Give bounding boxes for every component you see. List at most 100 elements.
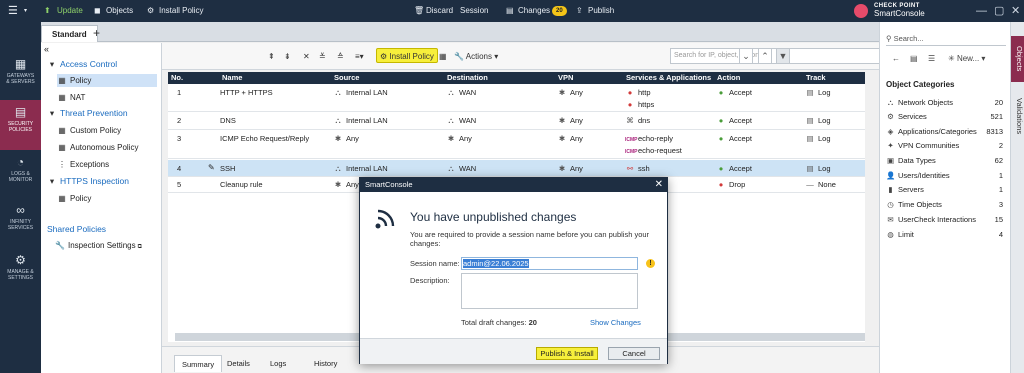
list-view-icon[interactable]: ☰	[928, 53, 935, 65]
tree-item-policy[interactable]: ▦ Policy	[57, 74, 157, 87]
service-item[interactable]: ICMPecho-request	[625, 146, 682, 155]
nav-manage-settings[interactable]: ⚙ MANAGE & SETTINGS	[0, 248, 41, 296]
table-row-selected[interactable]: 4 ✎ SSH ⛬ Internal LAN ⛬ WAN ✱ Any ⚯ ssh ● Ac…	[168, 160, 865, 177]
rule-vpn[interactable]: ✱ Any	[557, 134, 583, 143]
rule-action[interactable]: ● Drop	[716, 180, 746, 189]
cancel-button[interactable]: Cancel	[608, 347, 660, 360]
install-policy-toolbar-button[interactable]: ⚙ Install Policy	[376, 48, 438, 63]
tree-item-https-policy[interactable]: ▦ Policy	[57, 192, 91, 205]
app-menu-icon[interactable]: ☰	[8, 0, 18, 22]
service-item[interactable]: ⌘ dns	[625, 116, 650, 125]
install-policy-button[interactable]: Install Policy	[159, 0, 203, 22]
tab-summary[interactable]: Summary	[174, 355, 223, 372]
collapse-icon[interactable]: ▾	[47, 58, 57, 71]
close-window-icon[interactable]: ✕	[1011, 0, 1020, 22]
col-header-services[interactable]: Services & Applications	[623, 72, 714, 84]
rule-destination[interactable]: ⛬ WAN	[446, 164, 476, 174]
side-tab-objects[interactable]: Objects	[1011, 36, 1024, 82]
rule-destination[interactable]: ⛬ WAN	[446, 116, 476, 126]
nav-infinity-services[interactable]: ∞ INFINITY SERVICES	[0, 198, 41, 246]
rule-name[interactable]: HTTP + HTTPS	[220, 88, 273, 97]
tree-shared-policies[interactable]: Shared Policies	[47, 223, 106, 236]
rule-name[interactable]: SSH	[220, 164, 235, 173]
service-item[interactable]: ⚯ ssh	[625, 164, 650, 173]
tree-https-inspection[interactable]: ▾ HTTPS Inspection	[47, 175, 129, 188]
rule-vpn[interactable]: ✱ Any	[557, 88, 583, 97]
discard-button[interactable]: Discard	[426, 0, 453, 22]
back-icon[interactable]: ←	[892, 53, 900, 65]
category-limit[interactable]: ◍ Limit 4	[886, 229, 1007, 241]
tree-item-exceptions[interactable]: ⋮ Exceptions	[57, 158, 109, 171]
nav-gateways-servers[interactable]: ▦ GATEWAYS & SERVERS	[0, 52, 41, 100]
rule-source[interactable]: ⛬ Internal LAN	[333, 164, 387, 174]
rule-action[interactable]: ● Accept	[716, 88, 752, 97]
new-object-button[interactable]: ✳ New... ▾	[948, 53, 985, 65]
service-item[interactable]: ● http	[625, 88, 651, 97]
tab-logs[interactable]: Logs	[263, 355, 293, 372]
description-textarea[interactable]	[461, 273, 638, 309]
tree-access-control[interactable]: ▾ Access Control	[47, 58, 117, 71]
nav-security-policies[interactable]: ▤ SECURITY POLICIES	[0, 100, 41, 150]
service-item[interactable]: ICMPecho-reply	[625, 134, 673, 143]
rule-source[interactable]: ✱ Any	[333, 134, 359, 143]
publish-button[interactable]: Publish	[588, 0, 614, 22]
chevron-down-icon[interactable]: ⌄	[739, 48, 753, 64]
minimize-icon[interactable]: —	[976, 0, 987, 22]
rule-destination[interactable]: ✱ Any	[446, 134, 472, 143]
tree-item-custom-policy[interactable]: ▦ Custom Policy	[57, 124, 121, 137]
collapse-icon[interactable]: ▾	[47, 107, 57, 120]
rule-action[interactable]: ● Accept	[716, 164, 752, 173]
update-button[interactable]: Update	[57, 0, 83, 22]
add-rule-above-icon[interactable]: ⇞	[268, 49, 275, 64]
objects-menu-button[interactable]: Objects	[106, 0, 133, 22]
rule-track[interactable]: ▤ Log	[805, 134, 830, 143]
collapse-tree-icon[interactable]: «	[44, 43, 49, 56]
table-row[interactable]: 2 DNS ⛬ Internal LAN ⛬ WAN ✱ Any ⌘ dns ● Acce…	[168, 112, 865, 130]
tree-item-inspection-settings[interactable]: 🔧 Inspection Settings ⧉	[55, 239, 142, 252]
close-icon[interactable]: ✕	[655, 178, 663, 192]
rule-track[interactable]: ▤ Log	[805, 164, 830, 173]
rule-track[interactable]: ▤ Log	[805, 116, 830, 125]
collapse-icon[interactable]: ▾	[47, 175, 57, 188]
col-header-no[interactable]: No.	[168, 72, 219, 84]
table-view-icon[interactable]: ▤	[910, 53, 918, 65]
col-header-track[interactable]: Track	[803, 72, 865, 84]
edit-pencil-icon[interactable]: ✎	[208, 163, 215, 172]
category-services[interactable]: ⚙ Services 521	[886, 111, 1007, 123]
rule-name[interactable]: DNS	[220, 116, 236, 125]
add-tab-icon[interactable]: +	[93, 25, 100, 41]
category-usercheck[interactable]: ✉ UserCheck Interactions 15	[886, 214, 1007, 226]
category-time-objects[interactable]: ◷ Time Objects 3	[886, 199, 1007, 211]
col-header-destination[interactable]: Destination	[444, 72, 555, 84]
changes-button[interactable]: Changes	[518, 0, 550, 22]
rule-action[interactable]: ● Accept	[716, 116, 752, 125]
actions-menu-button[interactable]: 🔧 Actions ▾	[454, 49, 498, 64]
nav-logs-monitor[interactable]: ◔ LOGS & MONITOR	[0, 150, 41, 198]
tab-history[interactable]: History	[307, 355, 344, 372]
col-header-source[interactable]: Source	[331, 72, 444, 84]
category-vpn-communities[interactable]: ✦ VPN Communities 2	[886, 140, 1007, 152]
category-data-types[interactable]: ▣ Data Types 62	[886, 155, 1007, 167]
rule-vpn[interactable]: ✱ Any	[557, 116, 583, 125]
show-changes-link[interactable]: Show Changes	[590, 318, 641, 327]
publish-install-button[interactable]: Publish & Install	[536, 347, 598, 360]
rule-name[interactable]: Cleanup rule	[220, 180, 263, 189]
tab-standard[interactable]: Standard	[41, 25, 98, 42]
add-section-below-icon[interactable]: ≙	[337, 49, 344, 64]
chevron-up-icon[interactable]: ⌃	[758, 48, 772, 64]
col-header-action[interactable]: Action	[714, 72, 803, 84]
table-row[interactable]: 1 HTTP + HTTPS ⛬ Internal LAN ⛬ WAN ✱ Any ●…	[168, 84, 865, 112]
tree-threat-prevention[interactable]: ▾ Threat Prevention	[47, 107, 128, 120]
rule-vpn[interactable]: ✱ Any	[557, 164, 583, 173]
col-header-vpn[interactable]: VPN	[555, 72, 623, 84]
rule-track[interactable]: ▤ Log	[805, 88, 830, 97]
maximize-icon[interactable]: ▢	[994, 0, 1004, 22]
rule-name[interactable]: ICMP Echo Request/Reply	[220, 134, 309, 143]
policy-package-icon[interactable]: ▦	[439, 49, 447, 64]
col-header-name[interactable]: Name	[219, 72, 331, 84]
tree-item-autonomous-policy[interactable]: ▦ Autonomous Policy	[57, 141, 138, 154]
rule-source[interactable]: ⛬ Internal LAN	[333, 116, 387, 126]
rule-source[interactable]: ✱ Any	[333, 180, 359, 189]
category-network-objects[interactable]: ⛬ Network Objects 20	[886, 97, 1007, 109]
category-users-identities[interactable]: 👤 Users/Identities 1	[886, 170, 1007, 182]
